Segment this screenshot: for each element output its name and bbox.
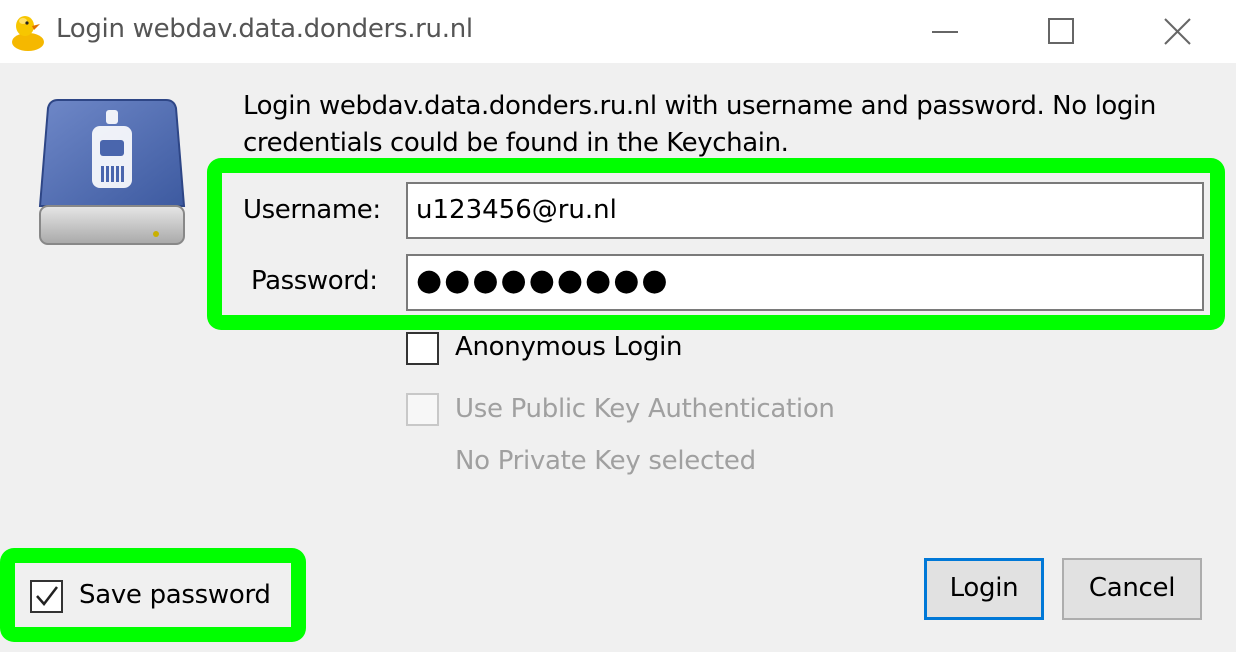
minimize-icon <box>932 31 958 33</box>
login-button[interactable]: Login <box>924 558 1044 620</box>
public-key-checkbox <box>406 393 439 426</box>
title-bar: Login webdav.data.donders.ru.nl <box>0 0 1236 63</box>
checkmark-icon <box>36 586 58 606</box>
close-icon <box>1164 18 1191 45</box>
network-drive-icon <box>38 96 186 252</box>
password-label: Password: <box>251 266 378 296</box>
username-field[interactable]: u123456@ru.nl <box>406 182 1204 239</box>
anonymous-login-label[interactable]: Anonymous Login <box>455 332 683 362</box>
duck-icon <box>10 12 46 52</box>
cancel-button[interactable]: Cancel <box>1062 558 1202 620</box>
dialog-message: Login webdav.data.donders.ru.nl with use… <box>243 91 1156 158</box>
window-title: Login webdav.data.donders.ru.nl <box>56 14 473 44</box>
maximize-icon <box>1048 18 1074 44</box>
close-button[interactable] <box>1120 0 1236 63</box>
maximize-button[interactable] <box>1004 0 1120 63</box>
no-private-key-text: No Private Key selected <box>455 446 756 476</box>
password-field[interactable]: ●●●●●●●●● <box>406 254 1204 311</box>
minimize-button[interactable] <box>888 0 1004 63</box>
save-password-checkbox[interactable] <box>30 580 63 613</box>
save-password-label[interactable]: Save password <box>79 580 271 610</box>
anonymous-login-checkbox[interactable] <box>406 332 439 365</box>
username-label: Username: <box>243 195 381 225</box>
public-key-label: Use Public Key Authentication <box>455 394 835 424</box>
